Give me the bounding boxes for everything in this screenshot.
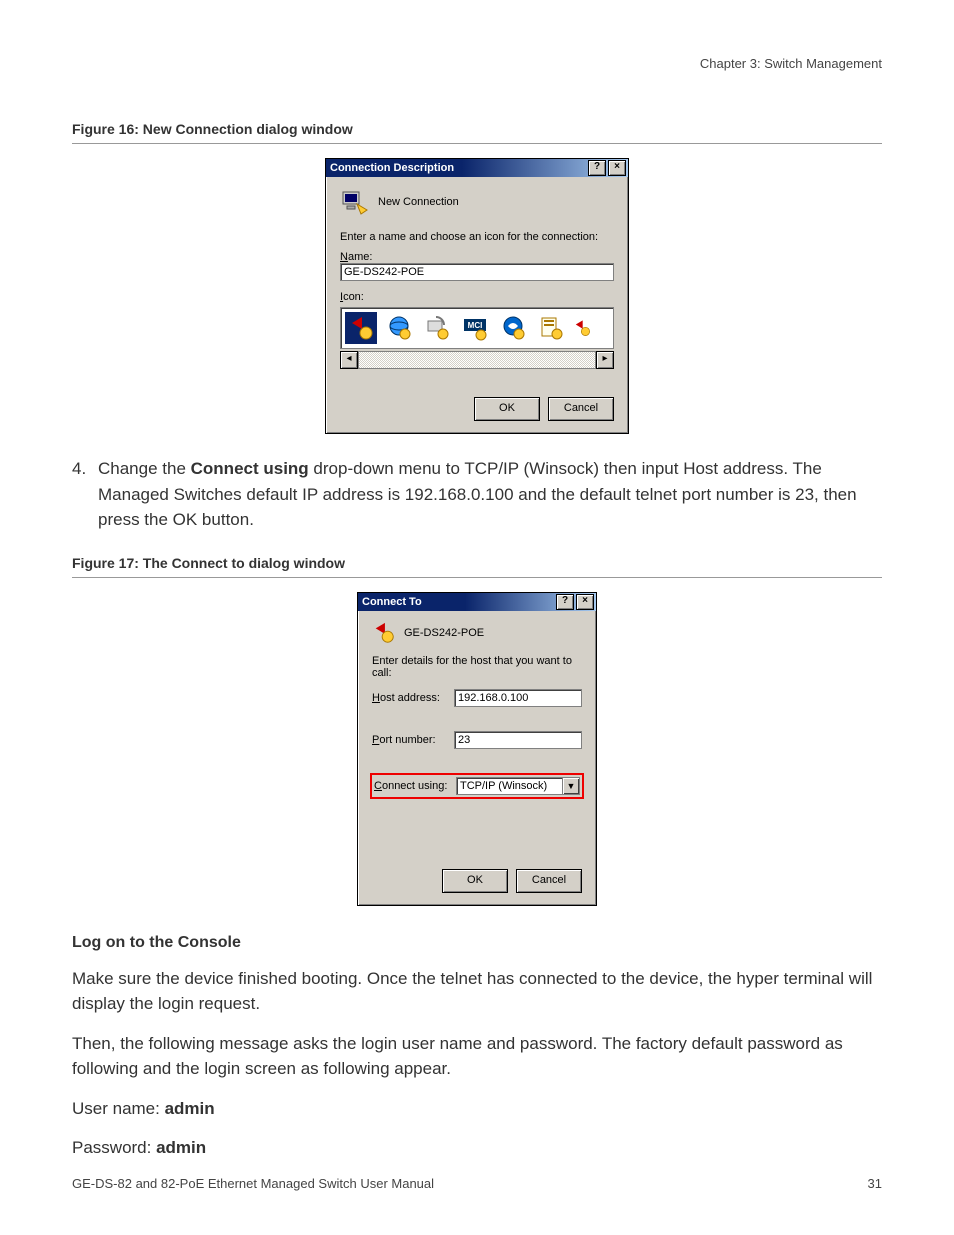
footer-title: GE-DS-82 and 82-PoE Ethernet Managed Swi…	[72, 1176, 434, 1191]
scroll-left-button[interactable]: ◂	[340, 351, 358, 369]
chapter-header: Chapter 3: Switch Management	[72, 56, 882, 71]
icon-scrollbar[interactable]: ◂ ▸	[340, 351, 614, 369]
svg-text:MCI: MCI	[468, 321, 483, 330]
name-input[interactable]	[340, 263, 614, 281]
username-line: User name: admin	[72, 1096, 882, 1122]
figure-rule	[72, 143, 882, 144]
connection-description-dialog: Connection Description ? × New Connectio…	[325, 158, 629, 434]
connection-name: GE-DS242-POE	[404, 627, 484, 639]
dialog-instruction: Enter details for the host that you want…	[372, 655, 582, 679]
connect-using-label: Connect using:	[374, 780, 456, 792]
dialog-title: Connection Description	[330, 162, 454, 174]
new-connection-label: New Connection	[378, 196, 459, 208]
host-address-label: Host address:	[372, 692, 454, 704]
name-label: Name:	[340, 251, 614, 263]
close-button[interactable]: ×	[608, 160, 626, 176]
new-connection-icon	[340, 187, 370, 217]
port-number-label: Port number:	[372, 734, 454, 746]
icon-option-6[interactable]	[535, 312, 567, 344]
figure-16-caption: Figure 16: New Connection dialog window	[72, 121, 882, 137]
log-on-heading: Log on to the Console	[72, 934, 882, 952]
scroll-right-button[interactable]: ▸	[596, 351, 614, 369]
dialog-titlebar: Connect To ? ×	[358, 593, 596, 611]
icon-picker[interactable]: MCI	[340, 307, 614, 349]
ok-button[interactable]: OK	[442, 869, 508, 893]
help-button[interactable]: ?	[556, 594, 574, 610]
body-paragraph-2: Then, the following message asks the log…	[72, 1031, 882, 1082]
figure-17-caption: Figure 17: The Connect to dialog window	[72, 555, 882, 571]
step-text: Change the Connect using drop-down menu …	[98, 456, 882, 533]
scroll-track[interactable]	[358, 351, 596, 369]
help-button[interactable]: ?	[588, 160, 606, 176]
highlight-box: Connect using: ▼	[370, 773, 584, 799]
cancel-button[interactable]: Cancel	[516, 869, 582, 893]
close-button[interactable]: ×	[576, 594, 594, 610]
icon-label: Icon:	[340, 291, 614, 303]
icon-option-3[interactable]	[421, 312, 453, 344]
connection-icon	[372, 621, 396, 645]
step-number: 4.	[72, 456, 98, 533]
password-line: Password: admin	[72, 1135, 882, 1161]
dialog-title: Connect To	[362, 596, 422, 608]
icon-option-7[interactable]	[573, 312, 591, 344]
page-number: 31	[868, 1176, 882, 1191]
dialog-instruction: Enter a name and choose an icon for the …	[340, 231, 614, 243]
ok-button[interactable]: OK	[474, 397, 540, 421]
connect-using-value[interactable]	[456, 777, 562, 795]
chevron-down-icon[interactable]: ▼	[562, 777, 580, 795]
connect-using-select[interactable]: ▼	[456, 777, 580, 795]
figure-rule	[72, 577, 882, 578]
port-number-input[interactable]	[454, 731, 582, 749]
step-4: 4. Change the Connect using drop-down me…	[72, 456, 882, 533]
icon-option-4[interactable]: MCI	[459, 312, 491, 344]
host-address-input[interactable]	[454, 689, 582, 707]
cancel-button[interactable]: Cancel	[548, 397, 614, 421]
icon-option-5[interactable]	[497, 312, 529, 344]
body-paragraph-1: Make sure the device finished booting. O…	[72, 966, 882, 1017]
icon-option-2[interactable]	[383, 312, 415, 344]
dialog-titlebar: Connection Description ? ×	[326, 159, 628, 177]
connect-to-dialog: Connect To ? × GE-DS242-POE Enter detail…	[357, 592, 597, 906]
icon-option-1[interactable]	[345, 312, 377, 344]
